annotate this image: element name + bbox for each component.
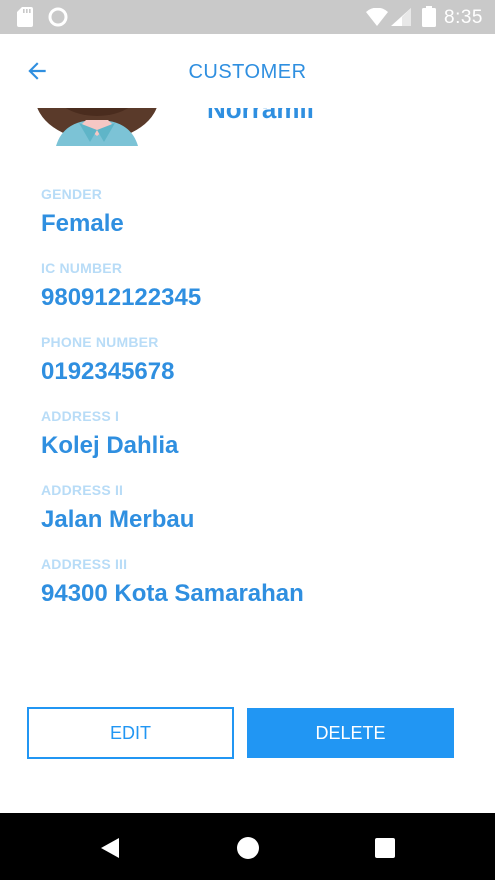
- app-bar: CUSTOMER: [0, 34, 495, 108]
- field-value: 980912122345: [41, 284, 202, 311]
- delete-button[interactable]: DELETE: [247, 708, 454, 758]
- field-ic-number: IC NUMBER 980912122345: [41, 260, 201, 312]
- edit-button[interactable]: EDIT: [27, 707, 234, 759]
- field-label: ADDRESS III: [41, 556, 128, 572]
- field-phone-number: PHONE NUMBER 0192345678: [41, 334, 174, 386]
- field-value: Jalan Merbau: [41, 506, 195, 533]
- field-address-3: ADDRESS III 94300 Kota Samarahan: [41, 556, 304, 608]
- field-address-2: ADDRESS II Jalan Merbau: [41, 482, 194, 534]
- field-label: ADDRESS I: [41, 408, 120, 424]
- customer-name: Norramli: [207, 108, 314, 124]
- field-label: PHONE NUMBER: [41, 334, 159, 350]
- nav-recents-icon[interactable]: [374, 837, 396, 859]
- sd-card-icon: [17, 7, 33, 27]
- field-label: ADDRESS II: [41, 482, 124, 498]
- field-value: 94300 Kota Samarahan: [41, 580, 304, 607]
- nav-back-icon[interactable]: [99, 836, 123, 860]
- field-value: Female: [41, 210, 124, 237]
- field-label: GENDER: [41, 186, 103, 202]
- nav-home-icon[interactable]: [236, 836, 260, 860]
- status-bar: 8:35: [0, 0, 495, 34]
- status-time: 8:35: [444, 7, 483, 28]
- page-title: CUSTOMER: [188, 61, 307, 83]
- field-gender: GENDER Female: [41, 186, 124, 238]
- customer-details: Norramli GENDER Female IC NUMBER 9809121…: [0, 108, 495, 688]
- field-value: Kolej Dahlia: [41, 432, 179, 459]
- system-nav-bar: [0, 813, 495, 880]
- field-value: 0192345678: [41, 358, 175, 385]
- signal-icon: [391, 8, 411, 26]
- wifi-icon: [366, 8, 388, 26]
- female-avatar-icon: [37, 108, 157, 146]
- field-address-1: ADDRESS I Kolej Dahlia: [41, 408, 178, 460]
- field-label: IC NUMBER: [41, 260, 123, 276]
- sync-icon: [48, 7, 68, 27]
- battery-icon: [422, 6, 436, 27]
